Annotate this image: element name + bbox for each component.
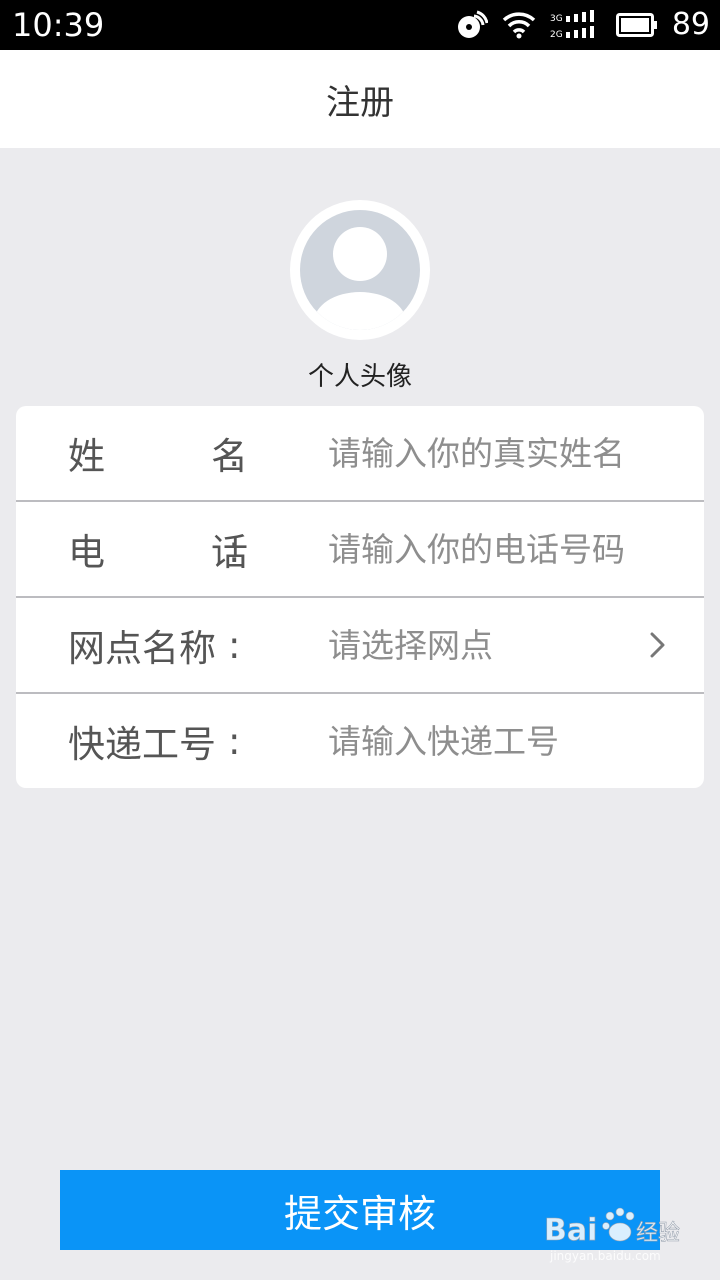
- nfc-icon: [457, 10, 488, 38]
- avatar[interactable]: [290, 200, 430, 340]
- outlet-label: 网点名称: [68, 598, 248, 692]
- name-row[interactable]: 姓 名 :: [16, 406, 704, 500]
- phone-label-colon: :: [228, 527, 241, 571]
- wifi-icon: [502, 12, 536, 39]
- courier-id-label: 快递工号: [68, 694, 248, 788]
- phone-label: 电 话: [68, 502, 248, 596]
- status-time: 10:39: [12, 6, 105, 44]
- name-label-char-1: 姓: [68, 435, 105, 478]
- status-icons: 3G 2G 89: [456, 7, 710, 43]
- battery-level: 89: [671, 7, 710, 42]
- courier-id-row[interactable]: 快递工号 :: [16, 694, 704, 788]
- outlet-label-colon: :: [228, 623, 241, 667]
- courier-id-input[interactable]: [328, 716, 668, 766]
- name-label-colon: :: [228, 431, 241, 475]
- status-bar: 10:39 3G 2G 89: [0, 0, 720, 50]
- svg-text:经验: 经验: [636, 1221, 680, 1246]
- courier-id-label-text: 快递工号: [68, 723, 216, 766]
- avatar-label: 个人头像: [307, 362, 412, 392]
- page-title: 注册: [326, 82, 394, 123]
- battery-icon: [615, 13, 657, 37]
- header: 注册: [0, 50, 720, 148]
- outlet-select[interactable]: [328, 620, 668, 670]
- outlet-label-text: 网点名称: [68, 627, 216, 670]
- name-label: 姓 名: [68, 406, 248, 500]
- phone-input[interactable]: [328, 524, 668, 574]
- chevron-right-icon[interactable]: [642, 628, 672, 662]
- svg-text:2G: 2G: [550, 30, 563, 40]
- svg-text:3G: 3G: [550, 14, 563, 24]
- svg-text:jingyan.baidu.com: jingyan.baidu.com: [549, 1249, 661, 1263]
- registration-form: 姓 名 : 电 话 : 网点名称 : 快递工号 :: [16, 406, 704, 788]
- user-silhouette-icon: [314, 227, 406, 330]
- phone-label-char-1: 电: [68, 531, 105, 574]
- courier-id-label-colon: :: [228, 719, 241, 763]
- svg-text:Bai: Bai: [544, 1213, 597, 1248]
- baidu-jingyan-watermark: Bai 经验 jingyan.baidu.com: [544, 1207, 680, 1263]
- outlet-row[interactable]: 网点名称 :: [16, 598, 704, 692]
- avatar-image: [300, 210, 420, 330]
- signal-3g-2g-icon: 3G 2G: [550, 10, 594, 40]
- phone-row[interactable]: 电 话 :: [16, 502, 704, 596]
- name-input[interactable]: [328, 428, 668, 478]
